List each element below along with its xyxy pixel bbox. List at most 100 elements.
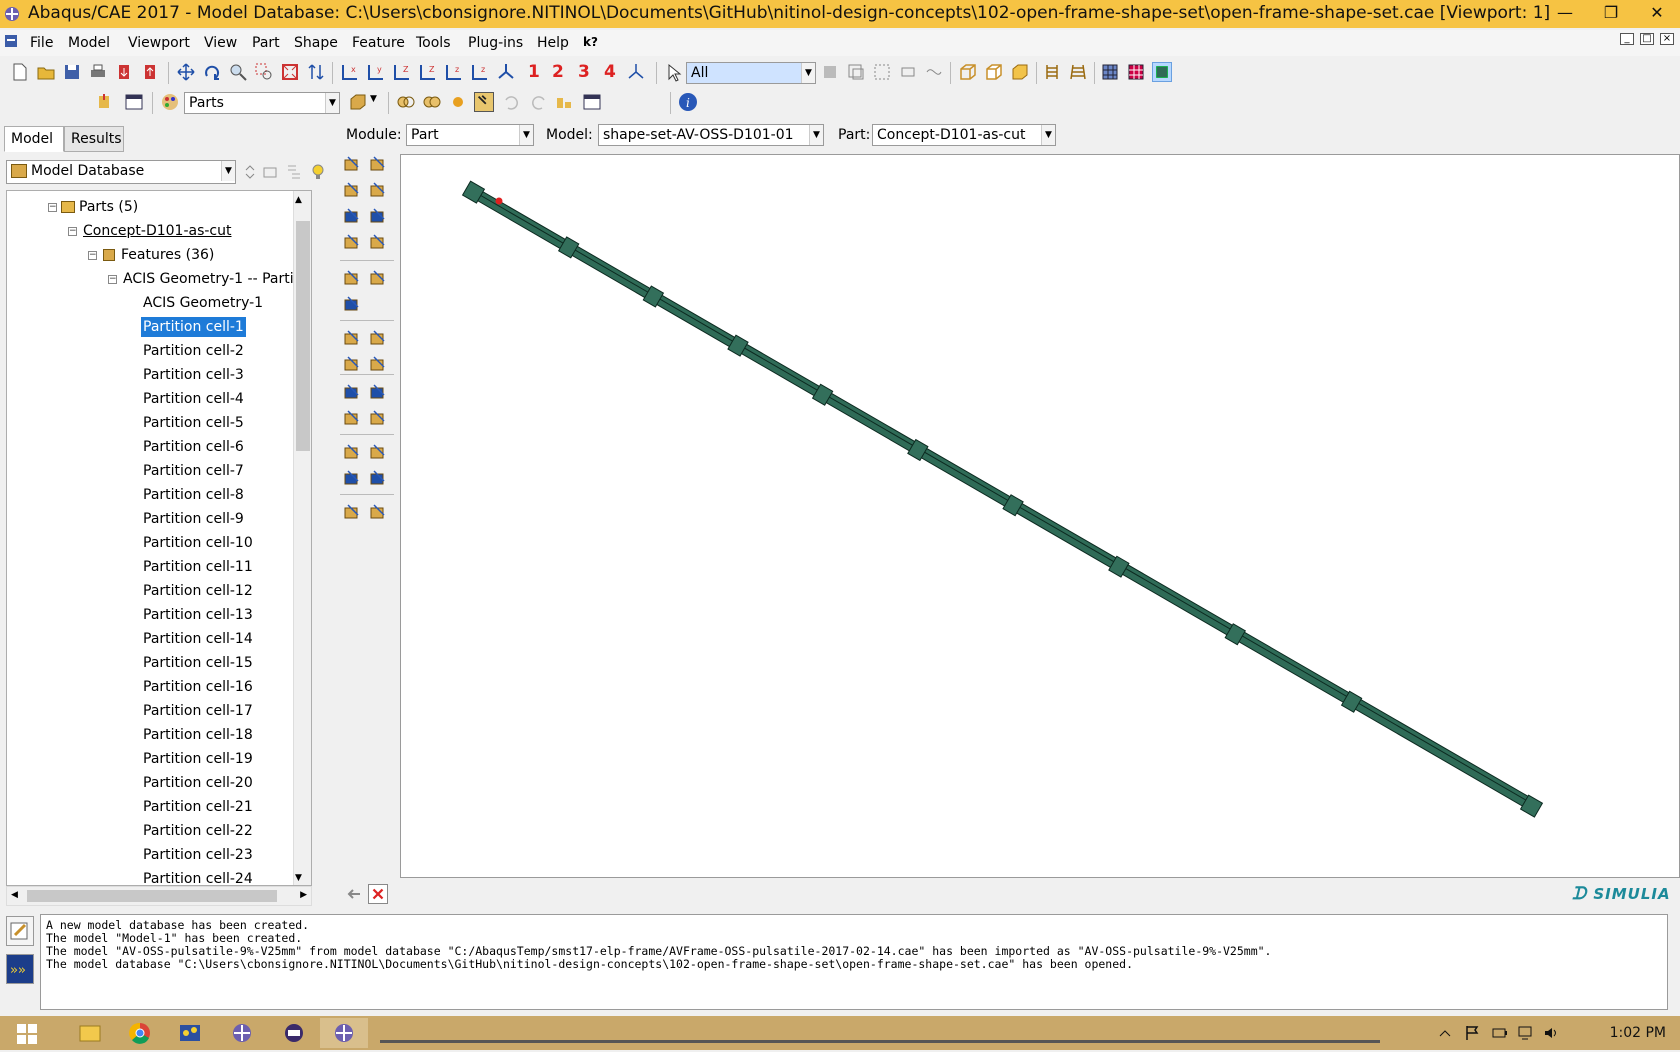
tree-node-part[interactable]: Concept-D101-as-cut bbox=[83, 221, 232, 241]
part-geometry[interactable] bbox=[401, 155, 1679, 877]
scroll-down-icon[interactable]: ▼ bbox=[295, 873, 302, 883]
tray-overflow-icon[interactable] bbox=[1438, 1026, 1452, 1040]
selection-filter-select[interactable]: All ▼ bbox=[686, 62, 816, 84]
scroll-up-icon[interactable]: ▲ bbox=[295, 195, 302, 205]
undo-icon[interactable] bbox=[502, 92, 522, 112]
cycle-views-icon[interactable] bbox=[306, 62, 326, 82]
tree-node-partition-cell[interactable]: Partition cell-16 bbox=[143, 677, 253, 697]
view-2-button[interactable]: 2 bbox=[552, 62, 564, 82]
rotate-icon[interactable] bbox=[202, 62, 222, 82]
parallel-icon[interactable] bbox=[1126, 62, 1146, 82]
print-icon[interactable] bbox=[88, 62, 108, 82]
tree-node-partition-cell[interactable]: Partition cell-11 bbox=[143, 557, 253, 577]
tree-node-partition-cell[interactable]: Partition cell-10 bbox=[143, 533, 253, 553]
import-icon[interactable] bbox=[114, 62, 134, 82]
datum-display-icon[interactable] bbox=[1042, 62, 1062, 82]
perspective-icon[interactable] bbox=[1100, 62, 1120, 82]
tree-node-partition-cell[interactable]: Partition cell-9 bbox=[143, 509, 244, 529]
create-cut-icon[interactable] bbox=[342, 232, 362, 252]
select-inside-icon[interactable] bbox=[846, 62, 866, 82]
create-datum-csys-icon[interactable] bbox=[368, 408, 388, 428]
viewport[interactable] bbox=[400, 154, 1680, 878]
database-select[interactable]: Model Database ▼ bbox=[6, 160, 236, 184]
menu-plugins[interactable]: Plug-ins bbox=[468, 35, 523, 51]
tree-node-partition-cell[interactable]: Partition cell-1 bbox=[141, 317, 246, 337]
tray-volume-icon[interactable] bbox=[1542, 1024, 1560, 1042]
restore-button[interactable]: ❐ bbox=[1588, 0, 1634, 28]
datum-toggle-icon[interactable] bbox=[1068, 62, 1088, 82]
view-manager-icon[interactable] bbox=[626, 62, 646, 82]
open-folder-icon[interactable] bbox=[36, 62, 56, 82]
tray-flag-icon[interactable] bbox=[1464, 1024, 1482, 1042]
tools-icon[interactable] bbox=[368, 468, 388, 488]
repair-icon[interactable] bbox=[368, 354, 388, 374]
create-shell-icon[interactable] bbox=[342, 206, 362, 226]
tab-model[interactable]: Model bbox=[4, 126, 64, 152]
windows-start-icon[interactable] bbox=[16, 1023, 38, 1045]
tree-node-partition-cell[interactable]: Partition cell-7 bbox=[143, 461, 244, 481]
tree-node-features[interactable]: Features (36) bbox=[103, 245, 214, 265]
menu-part[interactable]: Part bbox=[252, 35, 280, 51]
view-3-button[interactable]: 3 bbox=[578, 62, 590, 82]
view-front-icon[interactable]: x bbox=[340, 62, 360, 82]
partition-cell-icon[interactable] bbox=[342, 354, 362, 374]
tree-node-partition-cell[interactable]: Partition cell-3 bbox=[143, 365, 244, 385]
scroll-left-icon[interactable]: ◀ bbox=[11, 890, 18, 900]
export-icon[interactable] bbox=[140, 62, 160, 82]
context-help-button[interactable]: k? bbox=[583, 35, 598, 49]
info-icon[interactable]: i bbox=[678, 92, 698, 112]
create-wire-icon[interactable] bbox=[368, 206, 388, 226]
tree-node-partition-cell[interactable]: Partition cell-15 bbox=[143, 653, 253, 673]
tree-node-partition-cell[interactable]: Partition cell-20 bbox=[143, 773, 253, 793]
scroll-right-icon[interactable]: ▶ bbox=[300, 890, 307, 900]
partition-face-icon[interactable] bbox=[342, 328, 362, 348]
minimize-button[interactable]: — bbox=[1542, 0, 1588, 28]
edit-feature-icon[interactable] bbox=[342, 294, 362, 314]
menu-shape[interactable]: Shape bbox=[294, 35, 338, 51]
create-part-icon[interactable] bbox=[342, 154, 362, 174]
tree-navigate-icon[interactable] bbox=[240, 162, 260, 182]
create-set-icon[interactable] bbox=[342, 442, 362, 462]
drag-shape-icon[interactable] bbox=[872, 62, 892, 82]
tree-node-partition-cell[interactable]: Partition cell-19 bbox=[143, 749, 253, 769]
tree-node-partition-cell[interactable]: Partition cell-5 bbox=[143, 413, 244, 433]
color-code-icon[interactable] bbox=[160, 92, 180, 112]
tree-node-parts[interactable]: Parts (5) bbox=[61, 197, 138, 217]
module-select[interactable]: Part ▼ bbox=[406, 124, 534, 146]
create-csys-icon[interactable] bbox=[368, 382, 388, 402]
mdi-close-icon[interactable]: × bbox=[1660, 33, 1674, 45]
cancel-x-icon[interactable] bbox=[368, 884, 388, 904]
menu-tools[interactable]: Tools bbox=[416, 35, 451, 51]
part-select[interactable]: Concept-D101-as-cut ▼ bbox=[872, 124, 1056, 146]
tree-vertical-scrollbar[interactable]: ▲ ▼ bbox=[293, 191, 311, 885]
menu-viewport[interactable]: Viewport bbox=[128, 35, 190, 51]
mdi-minimize-icon[interactable]: _ bbox=[1620, 33, 1634, 45]
beam-body[interactable] bbox=[472, 185, 1532, 812]
tree-node-partition-cell[interactable]: Partition cell-21 bbox=[143, 797, 253, 817]
tree-node-partition-cell[interactable]: Partition cell-17 bbox=[143, 701, 253, 721]
create-solid-revolve-icon[interactable] bbox=[368, 180, 388, 200]
query-icon[interactable] bbox=[342, 468, 362, 488]
tree-node-partition-cell[interactable]: Partition cell-4 bbox=[143, 389, 244, 409]
taskbar-app5[interactable] bbox=[270, 1018, 318, 1048]
taskbar-chrome[interactable] bbox=[116, 1018, 164, 1048]
zoom-icon[interactable] bbox=[228, 62, 248, 82]
kernel-cli-tab[interactable]: »» bbox=[6, 954, 34, 984]
render-model-icon[interactable] bbox=[1152, 62, 1172, 82]
taskbar-clock[interactable]: 1:02 PM bbox=[1610, 1025, 1666, 1041]
tree-node-partition-cell[interactable]: Partition cell-12 bbox=[143, 581, 253, 601]
view-4-button[interactable]: 4 bbox=[604, 62, 616, 82]
create-datum-point-icon[interactable] bbox=[342, 268, 362, 288]
remove-icon[interactable] bbox=[448, 92, 468, 112]
auto-fit-icon[interactable] bbox=[280, 62, 300, 82]
create-datum-xyz-icon[interactable] bbox=[342, 382, 362, 402]
expander-part[interactable]: − bbox=[68, 227, 77, 236]
menu-view[interactable]: View bbox=[204, 35, 237, 51]
select-from-interior-icon[interactable] bbox=[924, 62, 944, 82]
partition-edge-icon[interactable] bbox=[368, 328, 388, 348]
create-fillet-icon[interactable] bbox=[368, 232, 388, 252]
show-all-icon[interactable] bbox=[554, 92, 574, 112]
tree-node-partition-cell[interactable]: Partition cell-14 bbox=[143, 629, 253, 649]
view-right-icon[interactable]: z bbox=[470, 62, 490, 82]
view-iso-icon[interactable] bbox=[496, 62, 516, 82]
